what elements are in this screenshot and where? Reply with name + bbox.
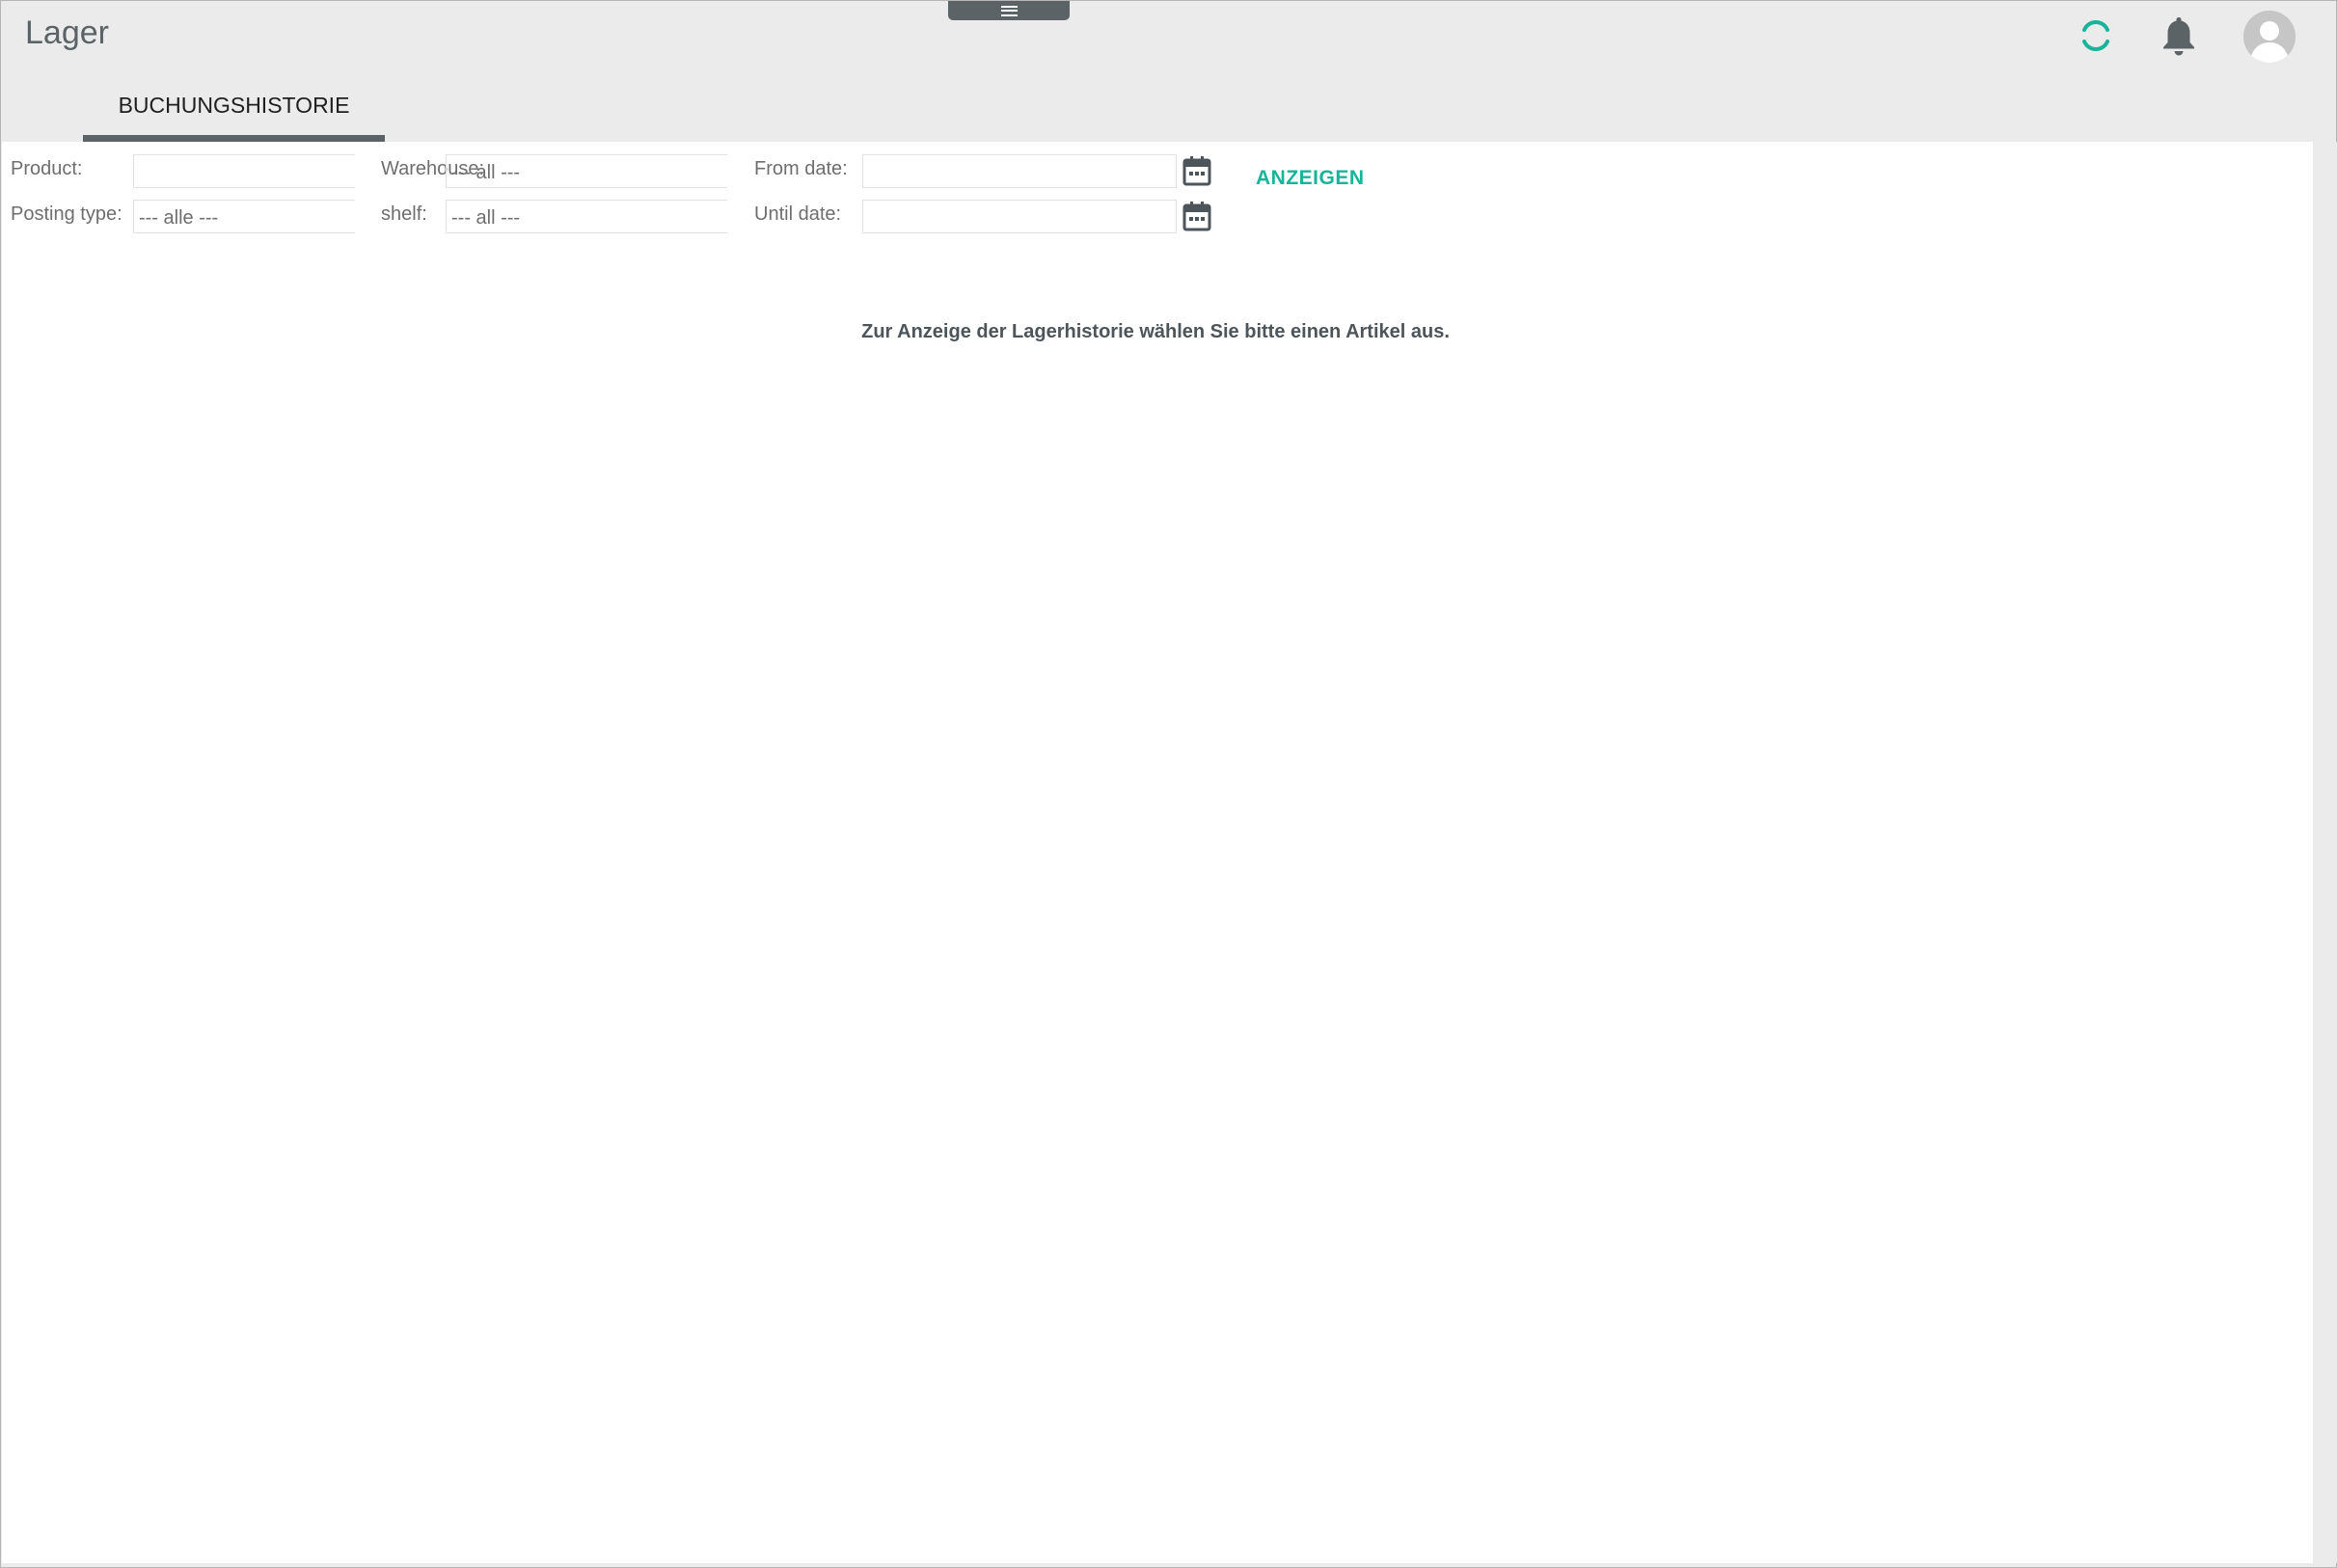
user-avatar[interactable] [2243,11,2296,63]
app-title: Lager [25,14,109,51]
tab-label: BUCHUNGSHISTORIE [118,93,350,118]
product-input[interactable] [133,154,355,188]
active-tab-indicator [83,135,385,142]
from-date-label: From date: [754,158,848,179]
shelf-label: shelf: [381,203,427,225]
product-label: Product: [11,158,83,179]
main-content: Product: Warehouse: --- all --- From dat… [2,142,2313,1563]
posting-type-label: Posting type: [11,203,122,225]
warehouse-select[interactable]: --- all --- [446,154,727,188]
show-button[interactable]: ANZEIGEN [1256,167,1365,190]
tab-buchungshistorie[interactable]: BUCHUNGSHISTORIE [83,84,385,142]
until-date-label: Until date: [754,203,842,225]
empty-state-text: Zur Anzeige der Lagerhistorie wählen Sie… [861,321,1450,342]
menu-toggle-button[interactable] [948,1,1070,20]
user-avatar-icon [2243,11,2296,63]
tab-bar: BUCHUNGSHISTORIE [83,84,387,142]
posting-type-select[interactable]: --- alle --- [133,200,355,233]
sync-icon[interactable] [2079,16,2113,55]
until-date-input[interactable] [862,200,1177,233]
from-date-input[interactable] [862,154,1177,188]
right-gutter [2313,142,2337,1563]
empty-state-message: Zur Anzeige der Lagerhistorie wählen Sie… [2,321,2313,343]
bell-icon[interactable] [2160,14,2197,57]
calendar-icon[interactable] [1182,201,1211,231]
hamburger-icon [1000,5,1018,16]
app-window: Lager BUCHUNGSHISTORIE Product: Warehous… [0,0,2337,1568]
shelf-select[interactable]: --- all --- [446,200,727,233]
calendar-icon[interactable] [1182,155,1211,186]
